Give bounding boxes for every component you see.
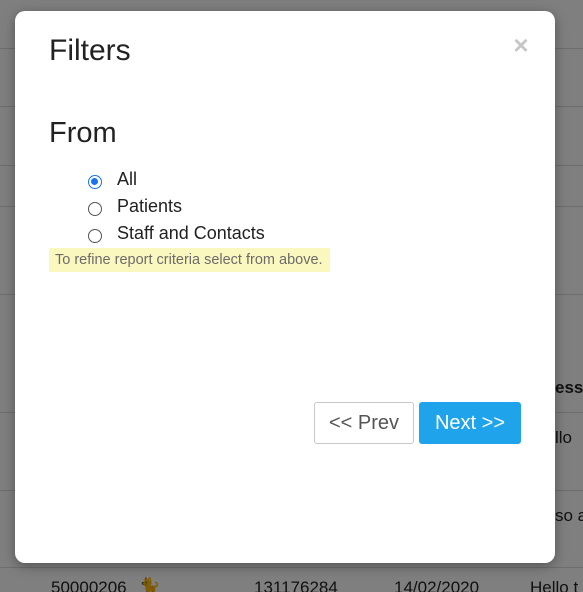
radio-button[interactable] xyxy=(88,228,102,243)
radio-option-staff-and-contacts[interactable]: Staff and Contacts xyxy=(88,220,265,247)
radio-option-patients[interactable]: Patients xyxy=(88,193,265,220)
from-radio-group: All Patients Staff and Contacts xyxy=(88,166,265,247)
close-icon[interactable]: × xyxy=(511,32,531,58)
modal-title: Filters xyxy=(49,34,131,67)
next-button[interactable]: Next >> xyxy=(419,402,521,444)
radio-option-all[interactable]: All xyxy=(88,166,265,193)
radio-label[interactable]: All xyxy=(117,169,137,190)
hint-text: To refine report criteria select from ab… xyxy=(49,248,330,272)
radio-button-checked[interactable] xyxy=(88,174,102,189)
radio-label[interactable]: Patients xyxy=(117,196,182,217)
prev-button[interactable]: << Prev xyxy=(314,402,414,444)
filters-modal: Filters × From All Patients Staff and Co… xyxy=(15,11,555,563)
radio-label[interactable]: Staff and Contacts xyxy=(117,223,265,244)
radio-button[interactable] xyxy=(88,201,102,216)
section-title-from: From xyxy=(49,117,117,149)
